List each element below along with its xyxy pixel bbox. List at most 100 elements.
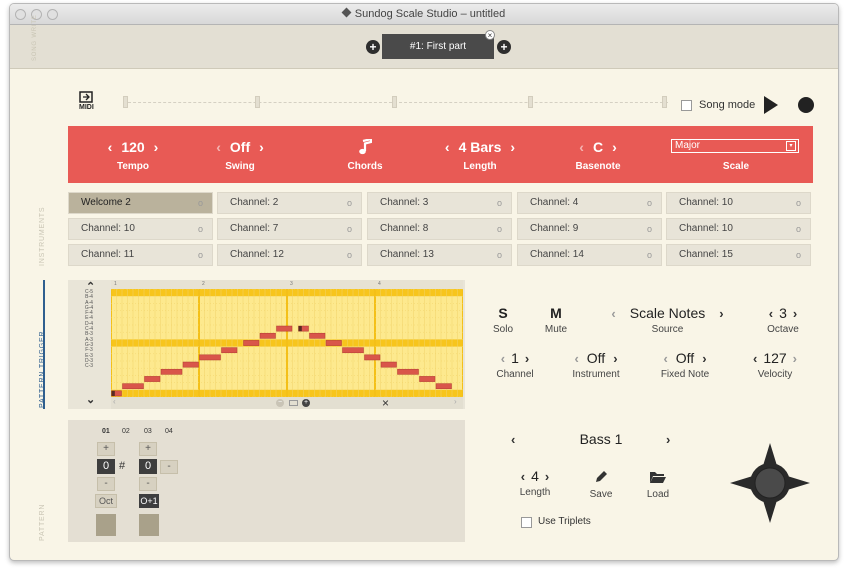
channel-settings-icon[interactable]: o [647, 245, 652, 265]
zoom-out-icon[interactable]: − [276, 399, 284, 407]
channel-settings-icon[interactable]: o [497, 193, 502, 213]
note-block[interactable] [276, 325, 293, 332]
source-next-button[interactable]: › [719, 306, 723, 321]
fixed-note-decrease-button[interactable]: ‹ [663, 351, 667, 366]
channel-settings-icon[interactable]: o [347, 245, 352, 265]
channel-slot[interactable]: Channel: 10 o [666, 218, 811, 240]
scroll-left-icon[interactable]: ‹ [113, 397, 116, 406]
bass-length-decrease-button[interactable]: ‹ [521, 469, 525, 484]
column-02-label[interactable]: 02 [122, 428, 130, 435]
channel-settings-icon[interactable]: o [198, 245, 203, 265]
channel-settings-icon[interactable]: o [347, 219, 352, 239]
mute-control[interactable]: M Mute [536, 305, 576, 335]
step-remove-button[interactable]: - [160, 460, 178, 474]
channel-slot[interactable]: Channel: 11 o [68, 244, 213, 266]
use-triplets-checkbox[interactable] [521, 517, 532, 528]
part-tab[interactable]: #1: First part [382, 34, 494, 59]
velocity-decrease-button[interactable]: ‹ [753, 351, 757, 366]
channel-settings-icon[interactable]: o [647, 219, 652, 239]
octave-offset-value[interactable]: O+1 [139, 494, 159, 508]
channel-slot[interactable]: Channel: 7 o [217, 218, 362, 240]
solo-button[interactable]: S [488, 305, 518, 321]
tempo-increase-button[interactable]: › [154, 139, 159, 155]
velocity-bar[interactable] [139, 514, 159, 536]
note-block[interactable] [160, 368, 183, 375]
fixed-note-increase-button[interactable]: › [702, 351, 706, 366]
velocity-increase-button[interactable]: › [793, 351, 797, 366]
note-up-button[interactable]: + [97, 442, 115, 456]
swing-decrease-button[interactable]: ‹ [216, 139, 221, 155]
bass-next-button[interactable]: › [666, 432, 670, 447]
channel-settings-icon[interactable]: o [198, 219, 203, 239]
channel-slot[interactable]: Channel: 12 o [217, 244, 362, 266]
tempo-decrease-button[interactable]: ‹ [108, 139, 113, 155]
channel-slot[interactable]: Channel: 4 o [517, 192, 662, 214]
note-grid[interactable] [111, 289, 463, 397]
channel-slot[interactable]: Channel: 14 o [517, 244, 662, 266]
timeline-marker[interactable] [662, 96, 667, 108]
channel-settings-icon[interactable]: o [796, 245, 801, 265]
channel-settings-icon[interactable]: o [796, 219, 801, 239]
scroll-right-icon[interactable]: › [454, 397, 457, 406]
timeline-marker[interactable] [528, 96, 533, 108]
note-block[interactable] [221, 347, 238, 354]
note-down-button[interactable]: - [97, 477, 115, 491]
channel-settings-icon[interactable]: o [198, 193, 203, 213]
close-part-icon[interactable]: × [485, 30, 495, 40]
song-mode-checkbox[interactable] [681, 100, 692, 111]
column-04-label[interactable]: 04 [165, 428, 173, 435]
channel-slot[interactable]: Channel: 10 o [666, 192, 811, 214]
save-button[interactable]: Save [583, 469, 619, 500]
add-part-right-button[interactable]: + [497, 40, 511, 54]
channel-settings-icon[interactable]: o [347, 193, 352, 213]
column-01-label[interactable]: 01 [102, 428, 110, 435]
basenote-increase-button[interactable]: › [612, 139, 617, 155]
note-block[interactable] [182, 361, 199, 368]
channel-settings-icon[interactable]: o [647, 193, 652, 213]
note-block[interactable] [243, 340, 260, 346]
channel-slot[interactable]: Channel: 9 o [517, 218, 662, 240]
load-button[interactable]: Load [639, 469, 677, 500]
bass-length-increase-button[interactable]: › [545, 469, 549, 484]
note-block[interactable] [309, 332, 326, 339]
timeline-marker[interactable] [392, 96, 397, 108]
instrument-decrease-button[interactable]: ‹ [574, 351, 578, 366]
step-down-button[interactable]: - [139, 477, 157, 491]
octave-decrease-button[interactable]: ‹ [769, 306, 773, 321]
channel-slot[interactable]: Channel: 8 o [367, 218, 512, 240]
channel-slot[interactable]: Channel: 15 o [666, 244, 811, 266]
channel-increase-button[interactable]: › [525, 351, 529, 366]
timeline-marker[interactable] [255, 96, 260, 108]
chords-button[interactable]: Chords [330, 126, 400, 183]
note-block[interactable] [342, 347, 364, 354]
channel-slot[interactable]: Channel: 10 o [68, 218, 213, 240]
column-03-label[interactable]: 03 [144, 428, 152, 435]
note-block[interactable] [435, 383, 452, 390]
midi-button[interactable]: MIDI [79, 90, 99, 114]
channel-slot[interactable]: Channel: 2 o [217, 192, 362, 214]
step-up-button[interactable]: + [139, 442, 157, 456]
swing-increase-button[interactable]: › [259, 139, 264, 155]
channel-slot[interactable]: Channel: 13 o [367, 244, 512, 266]
channel-decrease-button[interactable]: ‹ [501, 351, 505, 366]
add-part-left-button[interactable]: + [366, 40, 380, 54]
note-block[interactable] [325, 340, 342, 346]
record-icon[interactable] [798, 97, 814, 113]
channel-settings-icon[interactable]: o [497, 219, 502, 239]
octave-increase-button[interactable]: › [793, 306, 797, 321]
channel-settings-icon[interactable]: o [796, 193, 801, 213]
sharp-toggle[interactable]: # [119, 460, 125, 472]
channel-slot[interactable]: Welcome 2 o [68, 192, 213, 214]
note-block[interactable] [419, 376, 436, 382]
note-block[interactable] [199, 354, 221, 361]
note-block[interactable] [364, 354, 381, 361]
timeline-marker[interactable] [123, 96, 128, 108]
zoom-in-icon[interactable]: + [302, 399, 310, 407]
note-block[interactable] [259, 332, 276, 339]
octave-toggle[interactable]: Oct [95, 494, 117, 508]
source-prev-button[interactable]: ‹ [611, 306, 615, 321]
fit-icon[interactable] [289, 400, 298, 406]
velocity-bar[interactable] [96, 514, 116, 536]
channel-slot[interactable]: Channel: 3 o [367, 192, 512, 214]
play-icon[interactable] [764, 96, 778, 114]
